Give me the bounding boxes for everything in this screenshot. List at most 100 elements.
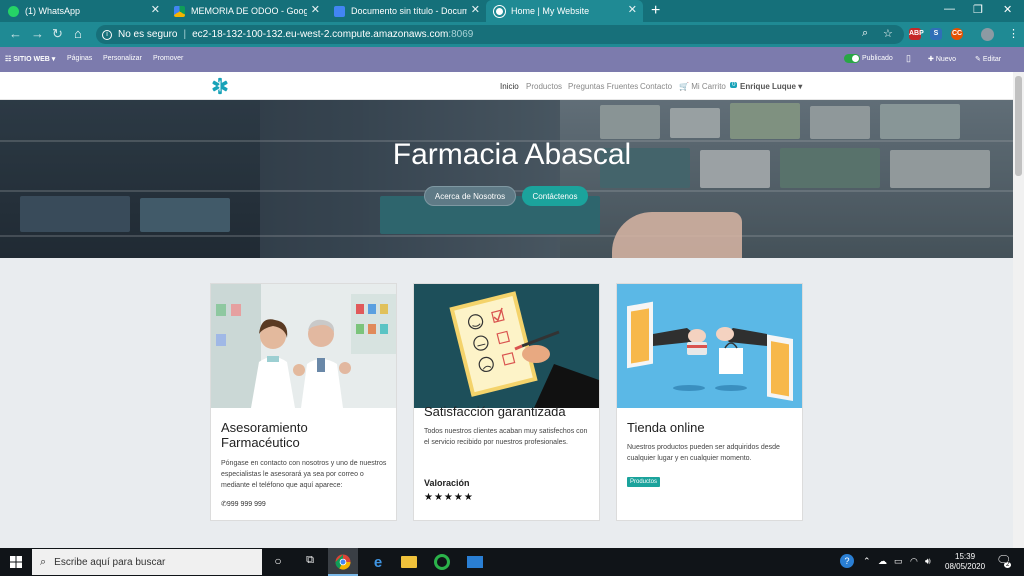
pharmacists-image (211, 284, 396, 408)
onedrive-icon[interactable]: ☁ (878, 556, 887, 567)
hero-overlay (0, 100, 1024, 258)
restore-icon[interactable]: ❐ (973, 3, 983, 16)
pencil-icon: ✎ (975, 56, 981, 63)
tab-whatsapp[interactable]: (1) WhatsApp ✕ (0, 0, 166, 22)
chrome-taskbar-button[interactable] (328, 548, 358, 576)
new-tab-icon[interactable]: + (651, 2, 660, 20)
user-menu[interactable]: Enrique Luque ▾ (740, 82, 802, 91)
nav-productos[interactable]: Productos (526, 82, 562, 91)
mobile-preview-icon[interactable]: ▯ (906, 53, 911, 64)
pharmacy-logo-icon[interactable] (211, 77, 229, 95)
customize-menu[interactable]: Personalizar (103, 55, 142, 62)
site-menu-button[interactable]: ☷ SITIO WEB ▾ (5, 55, 55, 63)
tab-memoria-odoo[interactable]: MEMORIA DE ODOO - Google D ✕ (166, 0, 326, 22)
promote-menu[interactable]: Promover (153, 55, 183, 62)
grid-icon: ☷ (5, 56, 12, 63)
user-name: Enrique Luque (740, 82, 796, 91)
security-label: No es seguro (118, 29, 178, 40)
cortana-icon[interactable]: ○ (270, 554, 286, 570)
zoom-icon[interactable]: ⌕ (862, 27, 868, 40)
forward-icon[interactable]: → (31, 27, 44, 41)
search-placeholder: Escribe aquí para buscar (54, 556, 166, 568)
survey-checklist-image (414, 284, 599, 408)
card-description: Nuestros productos pueden ser adquiridos… (627, 444, 780, 462)
cart-icon: 🛒 (679, 82, 689, 91)
url-host: ec2-18-132-100-132.eu-west-2.compute.ama… (192, 29, 449, 40)
star-rating: ★★★★★ (424, 492, 474, 503)
volume-icon[interactable]: 🔊︎ (925, 556, 931, 567)
tab-documento[interactable]: Documento sin título - Documen ✕ (326, 0, 486, 22)
nav-cart[interactable]: 🛒 Mi Carrito 0 (679, 82, 738, 91)
taskbar-clock[interactable]: 15:39 08/05/2020 (945, 552, 985, 572)
search-icon: ⌕ (40, 555, 47, 568)
nav-contacto[interactable]: Contacto (640, 82, 672, 91)
products-tag[interactable]: Productos (627, 477, 661, 487)
tab-label: Home | My Website (511, 6, 590, 16)
notifications-icon[interactable]: 🗨︎ 2 (996, 553, 1012, 568)
page-scrollbar[interactable] (1013, 72, 1024, 548)
tab-my-website[interactable]: Home | My Website ✕ (486, 0, 643, 22)
file-explorer-icon[interactable] (401, 556, 417, 568)
mail-icon[interactable] (467, 556, 483, 568)
menu-dots-icon[interactable]: ⋮ (1008, 27, 1019, 40)
caret-down-icon: ▾ (51, 56, 56, 63)
hero-title: Farmacia Abascal (392, 138, 632, 171)
spotify-like-app-icon[interactable] (434, 554, 450, 570)
tab-label: Documento sin título - Documen (351, 6, 467, 16)
profile-avatar[interactable] (981, 28, 994, 41)
pages-menu[interactable]: Páginas (67, 55, 92, 62)
google-docs-icon (334, 5, 345, 17)
window-close-icon[interactable]: ✕ (1003, 3, 1012, 16)
nav-inicio[interactable]: Inicio (500, 82, 519, 91)
taskbar-search-input[interactable]: ⌕ Escribe aquí para buscar (32, 549, 262, 575)
rating-label: Valoración (424, 478, 470, 488)
chevron-up-icon[interactable]: ⌃ (863, 556, 871, 567)
close-icon[interactable]: ✕ (628, 5, 637, 16)
windows-taskbar: ⌕ Escribe aquí para buscar ○ ⧉ e ? ⌃ ☁ ▭… (0, 548, 1024, 576)
extension-s-icon[interactable]: S (930, 28, 942, 40)
adblock-extension-icon[interactable]: ABP (909, 28, 924, 40)
globe-icon (494, 5, 505, 17)
star-icon[interactable]: ☆ (883, 27, 893, 40)
cart-label: Mi Carrito (691, 82, 726, 91)
plus-icon: ✚ (928, 56, 934, 63)
info-icon[interactable]: i (102, 29, 112, 40)
close-icon[interactable]: ✕ (311, 5, 320, 16)
task-view-icon[interactable]: ⧉ (302, 554, 318, 570)
minimize-icon[interactable]: — (944, 3, 955, 15)
close-icon[interactable]: ✕ (471, 5, 480, 16)
google-drive-icon (174, 5, 185, 17)
caret-down-icon: ▾ (798, 82, 803, 91)
url-input[interactable]: i No es seguro | ec2-18-132-100-132.eu-w… (96, 25, 904, 44)
about-us-button[interactable]: Acerca de Nosotros (424, 186, 516, 206)
tab-label: MEMORIA DE ODOO - Google D (191, 6, 307, 16)
divider: | (183, 29, 187, 40)
card-tienda-online: Tienda online Nuestros productos pueden … (616, 283, 803, 521)
edit-label: Editar (982, 56, 1002, 63)
new-button[interactable]: ✚ Nuevo (928, 55, 956, 63)
back-icon[interactable]: ← (9, 27, 22, 41)
browser-tab-strip: (1) WhatsApp ✕ MEMORIA DE ODOO - Google … (0, 0, 1024, 22)
chrome-icon (335, 554, 351, 570)
reload-icon[interactable]: ↻ (52, 27, 63, 41)
clock-time: 15:39 (955, 552, 976, 561)
card-description: Todos nuestros clientes acaban muy satis… (424, 428, 588, 446)
published-label: Publicado (862, 55, 893, 62)
contact-us-button[interactable]: Contáctenos (522, 186, 588, 206)
windows-start-icon[interactable] (10, 556, 22, 568)
card-satisfaccion: Satisfacción garantizada Todos nuestros … (413, 283, 600, 521)
edge-icon[interactable]: e (370, 554, 386, 571)
address-bar: ← → ↻ ⌂ i No es seguro | ec2-18-132-100-… (0, 22, 1024, 47)
battery-icon[interactable]: ▭ (894, 556, 903, 567)
publish-toggle[interactable] (844, 54, 860, 63)
wifi-icon[interactable]: ◠ (910, 556, 918, 567)
extension-cc-icon[interactable]: CC (951, 28, 963, 40)
home-icon[interactable]: ⌂ (74, 27, 82, 41)
edit-button[interactable]: ✎ Editar (975, 55, 1001, 63)
phone-number[interactable]: ✆999 999 999 (221, 500, 266, 508)
scrollbar-thumb[interactable] (1015, 76, 1022, 176)
card-description: Póngase en contacto con nosotros y uno d… (221, 460, 387, 489)
nav-preguntas-frecuentes[interactable]: Preguntas Fruentes (568, 82, 638, 91)
help-icon[interactable]: ? (840, 554, 854, 568)
close-icon[interactable]: ✕ (151, 5, 160, 16)
